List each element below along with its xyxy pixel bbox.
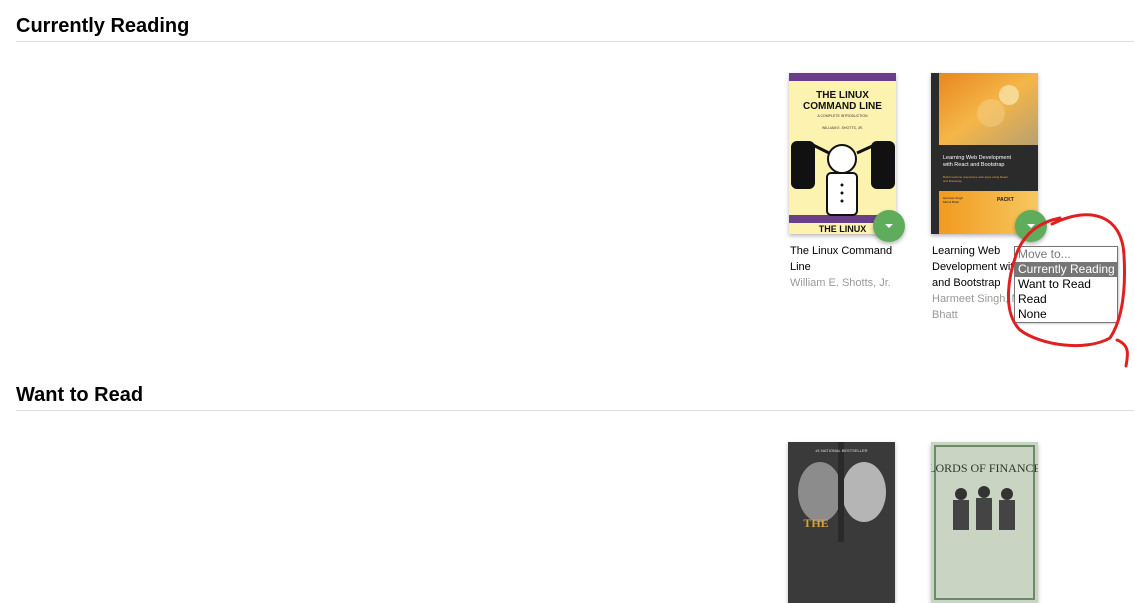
cover-text: PACKT — [997, 197, 1014, 203]
book-title-line: Line — [790, 261, 811, 273]
cover-text: COMMAND LINE — [803, 101, 882, 112]
cover-text: with React and Bootstrap — [942, 162, 1004, 168]
react-cover-art: Learning Web Development with React and … — [931, 73, 1038, 234]
shelf-divider — [16, 41, 1134, 42]
dropdown-option-move-to: Move to... — [1018, 247, 1071, 261]
dropdown-option-currently-reading[interactable]: Currently Reading — [1015, 262, 1117, 277]
book-cover[interactable]: LORDS OF FINANCE — [931, 442, 1038, 603]
cover-text: WILLIAM E. SHOTTS, JR. — [822, 126, 863, 130]
shelf-changer-button[interactable] — [873, 210, 905, 242]
cover-text: THE — [803, 516, 828, 530]
move-to-dropdown[interactable]: Move to... Currently Reading Want to Rea… — [1014, 246, 1118, 323]
cover-text: A COMPLETE INTRODUCTION — [817, 114, 868, 118]
shelf-changer-button[interactable] — [1015, 210, 1047, 242]
book-title: The Linux Command Line — [790, 243, 900, 275]
dropdown-option-want-to-read[interactable]: Want to Read — [1015, 277, 1117, 292]
cover-text: Learning Web Development — [943, 155, 1012, 161]
shelf-divider — [16, 410, 1134, 411]
caret-down-icon — [1027, 224, 1035, 228]
shelf-title-want-to-read: Want to Read — [16, 384, 144, 406]
nightingale-cover-art: #1 NATIONAL BESTSELLER THE — [788, 442, 895, 603]
cover-text: THE LINUX — [819, 224, 867, 234]
dropdown-option-none[interactable]: None — [1015, 307, 1117, 322]
dropdown-option-read[interactable]: Read — [1015, 292, 1117, 307]
book-cover[interactable]: Learning Web Development with React and … — [931, 73, 1038, 234]
shelf-title-currently-reading: Currently Reading — [16, 15, 190, 37]
cover-text: LORDS OF FINANCE — [931, 461, 1038, 475]
finance-cover-art: LORDS OF FINANCE — [931, 442, 1038, 603]
book-authors: William E. Shotts, Jr. — [790, 277, 891, 289]
book-cover[interactable]: THE LINUX COMMAND LINE A COMPLETE INTROD… — [789, 73, 896, 234]
cover-text: and Bootstrap — [943, 179, 962, 183]
caret-down-icon — [885, 224, 893, 228]
cover-text: #1 NATIONAL BESTSELLER — [815, 448, 867, 453]
cover-text: Mehul Bhatt — [943, 200, 959, 204]
book-cover[interactable]: #1 NATIONAL BESTSELLER THE — [788, 442, 895, 603]
linux-cover-art: THE LINUX COMMAND LINE A COMPLETE INTROD… — [789, 73, 896, 234]
book-title-line: The Linux Command — [790, 245, 893, 257]
cover-text: THE LINUX — [816, 90, 869, 101]
